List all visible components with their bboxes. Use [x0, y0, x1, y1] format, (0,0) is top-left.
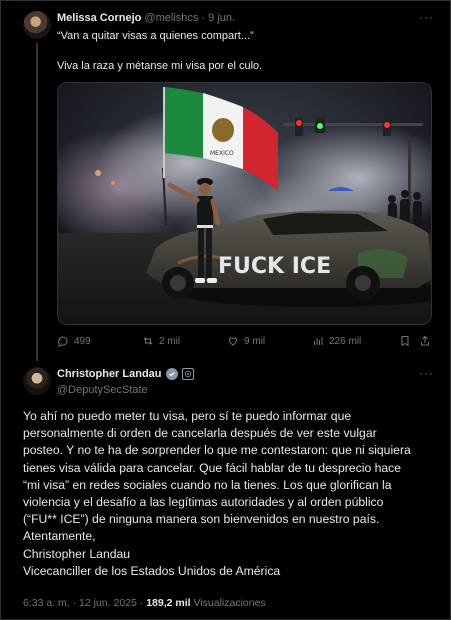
repost-count: 2 mil [159, 335, 181, 347]
reply-icon [58, 336, 68, 347]
tweet-text-line: “mi visa” en redes sociales cuando no la… [23, 477, 392, 492]
government-affiliation-icon[interactable] [181, 368, 194, 380]
reply-tweet-actions: 499 2 mil 9 mil 226 mil [57, 335, 432, 351]
repost-icon [143, 337, 153, 345]
share-icon [421, 335, 429, 346]
tweet-text-line: posteo. Y no te ha de sorprender lo que … [23, 443, 411, 458]
car-graffiti-text: FUCK ICE [218, 254, 331, 279]
main-tweet-text: Yo ahí no puedo meter tu visa, pero sí t… [23, 408, 439, 580]
tweet-text-line: (“FU** ICE”) de ninguna manera son bienv… [23, 512, 380, 527]
views-count: 189,2 mil [146, 597, 191, 609]
bookmark-button[interactable] [399, 335, 411, 347]
share-button[interactable] [419, 335, 431, 347]
views-count: 226 mil [329, 335, 362, 347]
tweet-time[interactable]: 6:33 a. m. [23, 597, 70, 609]
like-count: 9 mil [244, 335, 266, 347]
reply-count: 499 [74, 335, 91, 347]
tweet-text-line: Atentamente, [23, 529, 96, 544]
author-name[interactable]: Christopher Landau [57, 368, 162, 380]
author-handle[interactable]: @DeputySecState [57, 384, 148, 396]
avatar[interactable] [23, 367, 51, 395]
flag-text: MEXICO [210, 150, 234, 157]
heart-icon [228, 337, 238, 346]
tweet-text-line: Christopher Landau [23, 546, 131, 561]
verified-badge-icon [165, 368, 178, 380]
repost-action[interactable]: 2 mil [142, 335, 180, 347]
views-action[interactable]: 226 mil [312, 335, 361, 347]
bookmark-icon [401, 336, 409, 347]
reply-action[interactable]: 499 [57, 335, 91, 347]
tweet-date[interactable]: 12 jun. 2025 [79, 597, 137, 609]
separator-dot: · [201, 12, 206, 24]
separator-dot: · [139, 597, 144, 609]
tweet-text-line: violencia y el desafío a las legítimas a… [23, 495, 384, 510]
tweet-text-line: Vicecanciller de los Estados Unidos de A… [23, 563, 281, 578]
author-handle[interactable]: @melishcs [144, 12, 198, 24]
tweet-text-line: tienes visa válida para cancelar. Que fá… [23, 460, 402, 475]
tweet-text-line: personalmente di orden de cancelarla des… [23, 426, 377, 441]
reply-tweet-header: Melissa Cornejo @melishcs · 9 jun. [57, 12, 235, 24]
tweet-photo[interactable]: FUCK ICE MEXICO [57, 82, 432, 325]
more-options-button[interactable]: ··· [419, 366, 434, 380]
tweet-text-line: “Van a quitar visas a quienes compart...… [57, 30, 254, 42]
views-chart-icon [314, 337, 323, 345]
more-options-button[interactable]: ··· [419, 10, 434, 24]
views-label: Visualizaciones [193, 597, 266, 609]
tweet-text-line: Viva la raza y métanse mi visa por el cu… [57, 60, 263, 72]
tweet-date[interactable]: 9 jun. [208, 12, 235, 24]
tweet-metadata: 6:33 a. m. · 12 jun. 2025 · 189,2 mil Vi… [23, 597, 266, 609]
author-name[interactable]: Melissa Cornejo [57, 12, 141, 24]
separator-dot: · [72, 597, 77, 609]
protest-scene-image: FUCK ICE MEXICO [58, 83, 431, 324]
tweet-thread-frame: Melissa Cornejo @melishcs · 9 jun. ··· “… [0, 0, 451, 620]
like-action[interactable]: 9 mil [227, 335, 265, 347]
thread-connector-line [36, 43, 38, 361]
avatar[interactable] [23, 11, 51, 39]
main-tweet-author: Christopher Landau [57, 368, 194, 380]
tweet-text-line: Yo ahí no puedo meter tu visa, pero sí t… [23, 409, 352, 423]
